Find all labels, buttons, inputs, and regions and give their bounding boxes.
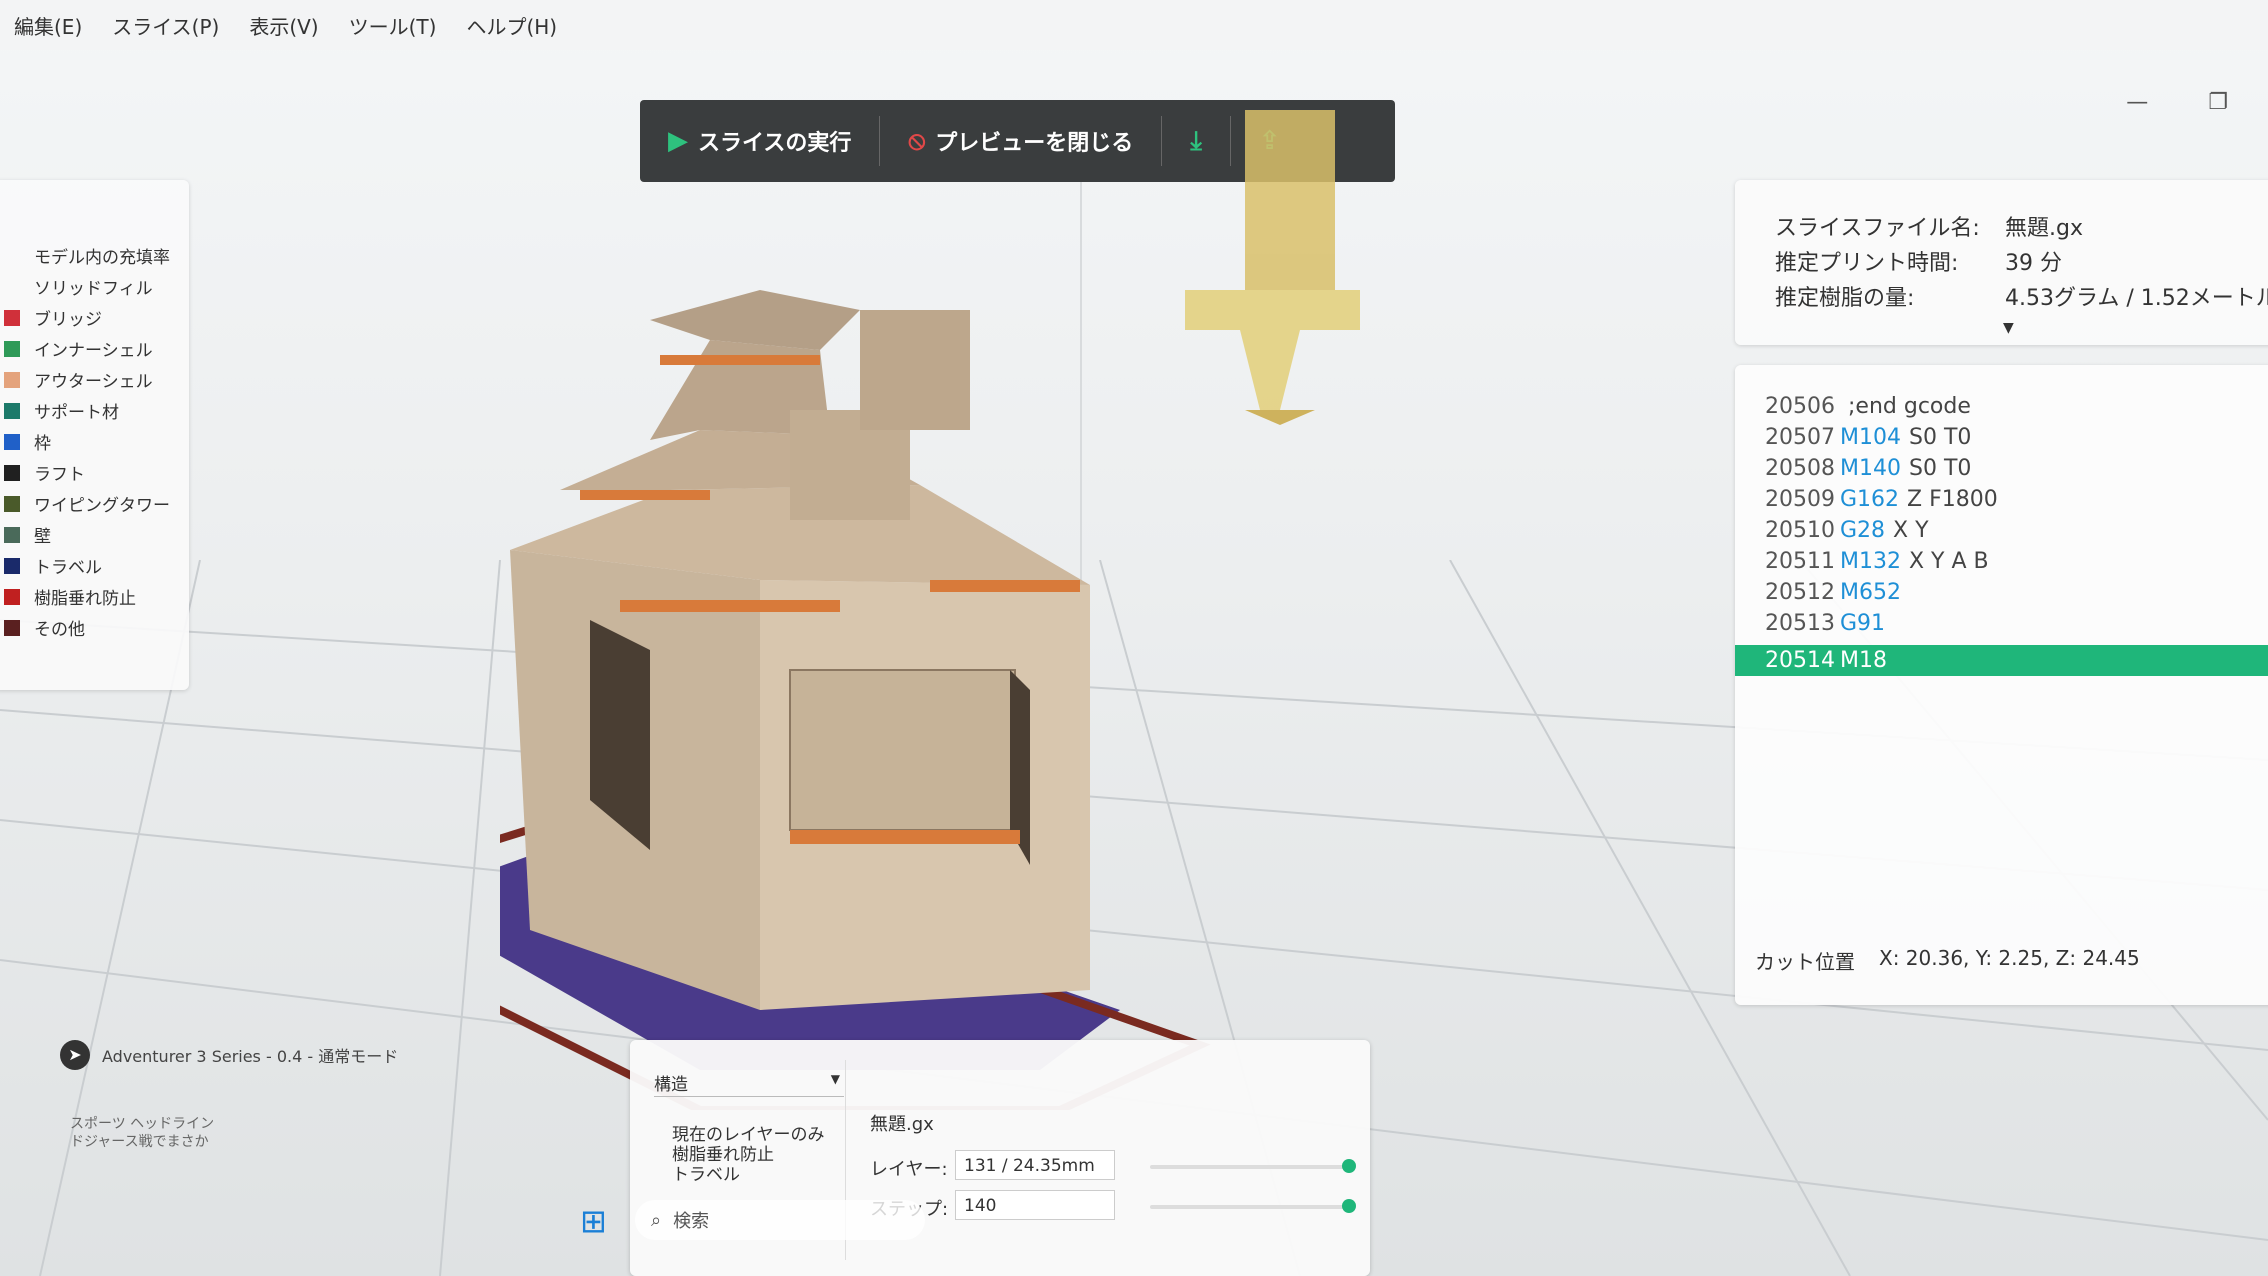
- gcode-line[interactable]: 20509 G162 Z F1800: [1735, 484, 2268, 515]
- legend-item[interactable]: その他: [0, 612, 189, 643]
- legend-swatch: [4, 619, 20, 636]
- structure-dropdown[interactable]: 構造 ▼: [654, 1070, 844, 1097]
- legend-swatch: [4, 309, 20, 326]
- legend-swatch: [4, 526, 20, 543]
- minimize-icon[interactable]: —: [2126, 90, 2148, 115]
- layer-label: レイヤー:: [870, 1159, 948, 1180]
- slice-info-panel: スライスファイル名: 無題.gx 推定プリント時間: 39 分 推定樹脂の量: …: [1735, 180, 2268, 345]
- menu-slice[interactable]: スライス(P): [112, 11, 219, 40]
- gcode-line[interactable]: 20511 M132 X Y A B: [1735, 546, 2268, 577]
- legend-item[interactable]: サポート材: [0, 395, 189, 426]
- layer-slider[interactable]: [1150, 1159, 1356, 1173]
- slider-handle[interactable]: [1342, 1159, 1356, 1173]
- resin-value: 4.53グラム / 1.52メートル: [2005, 286, 2268, 311]
- gcode-line[interactable]: 20512 M652: [1735, 577, 2268, 608]
- taskbar-search[interactable]: ⌕ 検索: [635, 1200, 925, 1240]
- legend-item[interactable]: ソリッドフィル: [0, 271, 189, 302]
- cut-position-label: カット位置: [1755, 950, 1855, 974]
- collapse-icon[interactable]: ▼: [2003, 320, 2014, 336]
- file-name: 無題.gx: [870, 1114, 934, 1135]
- gcode-line[interactable]: 20506 ;end gcode: [1735, 391, 2268, 422]
- legend-item[interactable]: インナーシェル: [0, 333, 189, 364]
- window-controls: — ❐: [2126, 90, 2228, 115]
- legend-swatch: [4, 279, 20, 295]
- gcode-line[interactable]: 20508 M140 S0 T0: [1735, 453, 2268, 484]
- menu-edit[interactable]: 編集(E): [14, 11, 82, 40]
- file-label: スライスファイル名:: [1775, 216, 1980, 241]
- option-travel[interactable]: トラベル: [672, 1160, 740, 1185]
- app-window: 編集(E) スライス(P) 表示(V) ツール(T) ヘルプ(H) — ❐ ▶ …: [0, 0, 2268, 1276]
- menu-bar: 編集(E) スライス(P) 表示(V) ツール(T) ヘルプ(H): [0, 0, 2268, 50]
- gcode-line[interactable]: 20507 M104 S0 T0: [1735, 422, 2268, 453]
- legend-item[interactable]: 樹脂垂れ防止: [0, 581, 189, 612]
- resin-label: 推定樹脂の量:: [1775, 286, 1915, 311]
- gcode-panel: 20506 ;end gcode 20507 M104 S0 T0 20508 M140…: [1735, 365, 2268, 1005]
- legend-swatch: [4, 433, 20, 450]
- printer-status: ➤ Adventurer 3 Series - 0.4 - 通常モード: [60, 1040, 398, 1070]
- file-value: 無題.gx: [2005, 216, 2083, 241]
- slider-handle[interactable]: [1342, 1199, 1356, 1213]
- legend-swatch: [4, 557, 20, 574]
- cut-position-value: X: 20.36, Y: 2.25, Z: 24.45: [1879, 946, 2140, 970]
- legend-swatch: [4, 588, 20, 605]
- legend-item[interactable]: 枠: [0, 426, 189, 457]
- legend-swatch: [4, 248, 20, 264]
- menu-help[interactable]: ヘルプ(H): [466, 11, 557, 40]
- layer-input[interactable]: 131 / 24.35mm: [955, 1150, 1115, 1180]
- step-input[interactable]: 140: [955, 1190, 1115, 1220]
- news-widget[interactable]: スポーツ ヘッドライン ドジャース戦でまさか: [70, 1115, 214, 1151]
- legend-item[interactable]: アウターシェル: [0, 364, 189, 395]
- legend-swatch: [4, 371, 20, 388]
- printer-icon[interactable]: ➤: [60, 1040, 90, 1070]
- step-slider[interactable]: [1150, 1199, 1356, 1213]
- legend-swatch: [4, 464, 20, 481]
- gcode-line[interactable]: 20510 G28 X Y: [1735, 515, 2268, 546]
- cut-position: カット位置 X: 20.36, Y: 2.25, Z: 24.45: [1755, 946, 2140, 975]
- search-icon: ⌕: [651, 1209, 662, 1231]
- maximize-icon[interactable]: ❐: [2208, 90, 2228, 115]
- gcode-line-selected[interactable]: 20514 M18: [1735, 645, 2268, 676]
- menu-tools[interactable]: ツール(T): [349, 11, 437, 40]
- legend-item[interactable]: 壁: [0, 519, 189, 550]
- model-preview: [500, 110, 1360, 1110]
- time-label: 推定プリント時間:: [1775, 251, 1959, 276]
- legend-swatch: [4, 340, 20, 357]
- legend-item[interactable]: ブリッジ: [0, 302, 189, 333]
- legend-item[interactable]: モデル内の充填率: [0, 240, 189, 271]
- menu-view[interactable]: 表示(V): [249, 11, 318, 40]
- gcode-line[interactable]: 20513 G91: [1735, 608, 2268, 639]
- windows-start-icon[interactable]: ⊞: [580, 1202, 607, 1240]
- nozzle: [1185, 110, 1360, 425]
- legend-item[interactable]: ワイピングタワー: [0, 488, 189, 519]
- time-value: 39 分: [2005, 251, 2062, 276]
- legend-item[interactable]: トラベル: [0, 550, 189, 581]
- printed-object: [510, 290, 1090, 1010]
- legend-swatch: [4, 495, 20, 512]
- legend-swatch: [4, 402, 20, 419]
- taskbar: ⊞ ⌕ 検索: [580, 1190, 940, 1260]
- legend-panel: モデル内の充填率 ソリッドフィル ブリッジ インナーシェル アウターシェル サポ…: [0, 180, 189, 690]
- chevron-down-icon: ▼: [830, 1072, 840, 1086]
- legend-item[interactable]: ラフト: [0, 457, 189, 488]
